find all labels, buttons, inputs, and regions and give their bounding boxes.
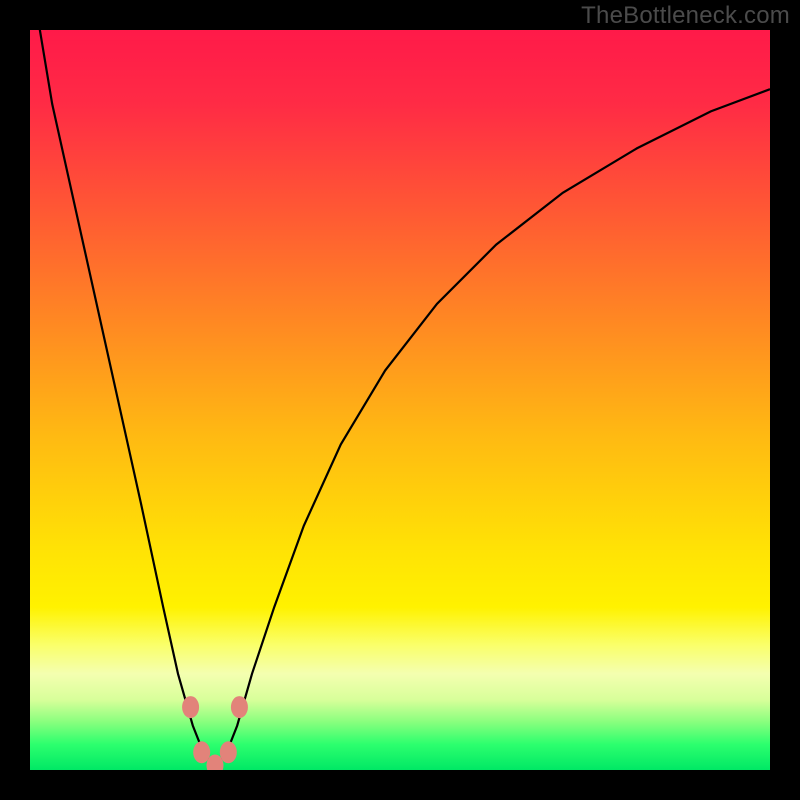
gradient-background: [30, 30, 770, 770]
marker-dot: [231, 696, 248, 718]
marker-dot: [193, 741, 210, 763]
marker-dot: [220, 741, 237, 763]
marker-dot: [182, 696, 199, 718]
chart-svg: [30, 30, 770, 770]
plot-area: [30, 30, 770, 770]
chart-frame: TheBottleneck.com: [0, 0, 800, 800]
watermark-text: TheBottleneck.com: [581, 2, 790, 30]
